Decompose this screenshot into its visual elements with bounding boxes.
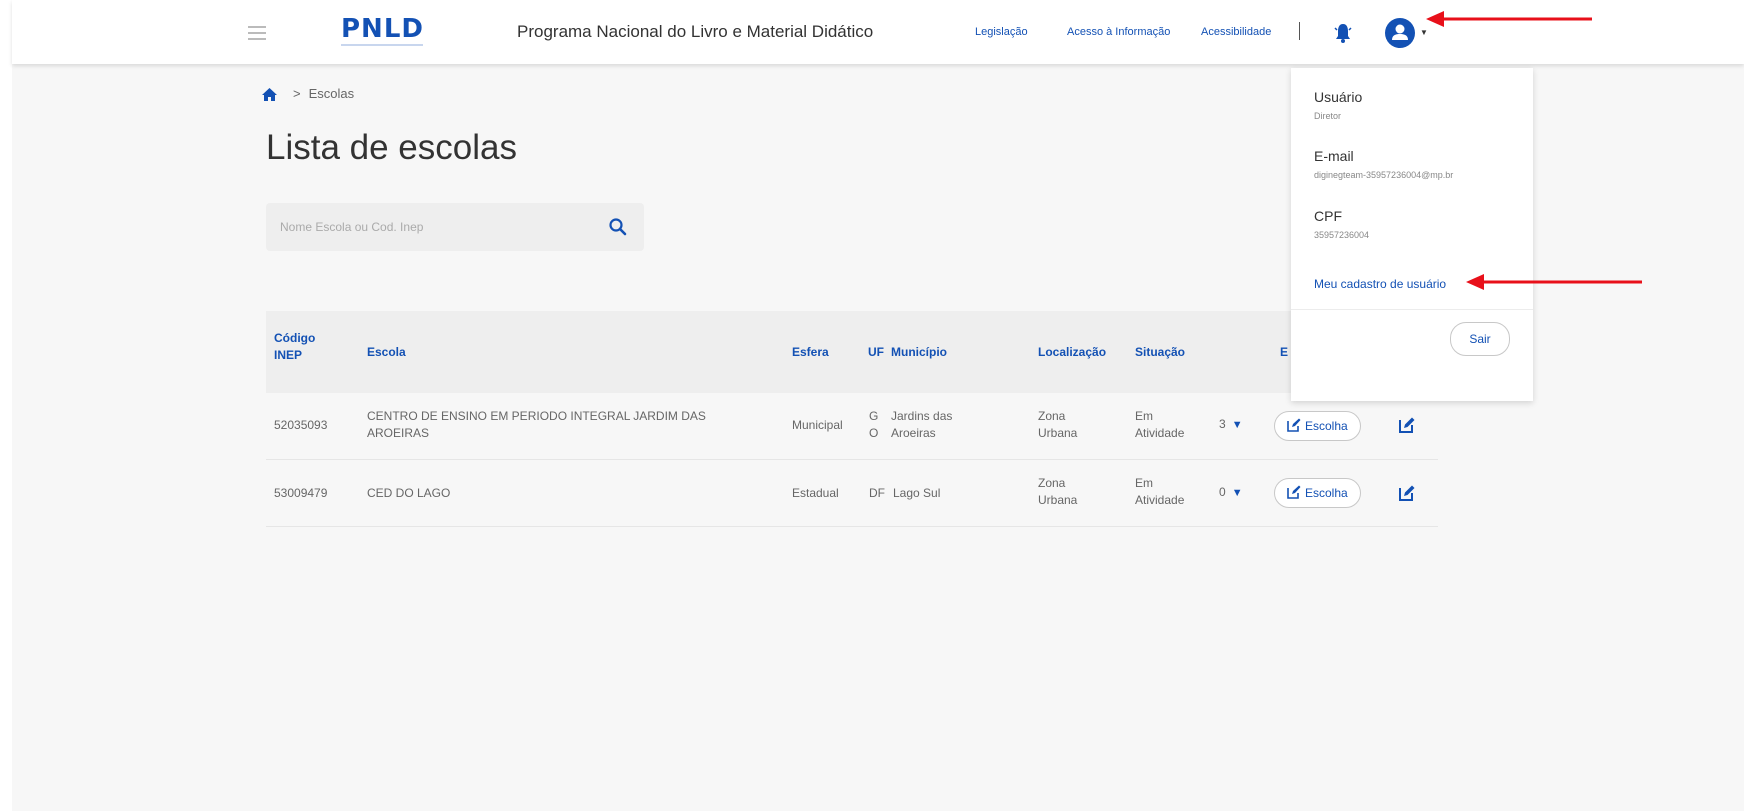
bell-icon[interactable] [1334,22,1352,44]
count-select[interactable]: 3 ▼ [1219,417,1243,431]
program-title: Programa Nacional do Livro e Material Di… [517,22,874,41]
cell-municipio: Lago Sul [893,486,941,500]
cell-localizacao: Zona Urbana [1038,476,1078,507]
link-legislacao[interactable]: Legislação [975,26,1028,38]
col-uf[interactable]: UF [868,344,884,361]
arrow-annotation [1426,11,1592,27]
count-value: 3 [1219,417,1226,431]
link-acessibilidade[interactable]: Acessibilidade [1201,26,1271,38]
search-input[interactable] [266,203,600,251]
link-acesso-informacao[interactable]: Acesso à Informação [1067,26,1170,38]
chevron-down-icon: ▼ [1231,487,1243,499]
cpf-value: 35957236004 [1314,230,1370,240]
search-box [266,203,644,251]
escolha-label: Escolha [1305,419,1348,433]
table-row: 52035093 CENTRO DE ENSINO EM PERIODO INT… [266,393,1438,460]
count-value: 0 [1219,485,1226,499]
col-extra[interactable]: E [1280,344,1288,361]
cell-esfera: Municipal [792,418,843,432]
user-value: Diretor [1314,111,1342,121]
cell-situacao: Em Atividade [1135,409,1185,440]
edit-icon[interactable] [1399,485,1415,501]
col-esfera[interactable]: Esfera [792,344,829,361]
header-divider [1299,22,1300,40]
cell-escola: CED DO LAGO [367,486,451,500]
cell-municipio: Jardins das Aroeiras [891,409,953,440]
breadcrumb-separator: > [293,86,301,101]
col-municipio[interactable]: Município [891,344,947,361]
cell-localizacao: Zona Urbana [1038,409,1078,440]
edit-icon[interactable] [1399,417,1415,433]
user-dropdown-menu: Usuário Diretor E-mail diginegteam-35957… [1291,68,1533,401]
col-localizacao[interactable]: Localização [1038,344,1106,361]
dropdown-divider [1291,309,1533,310]
search-icon[interactable] [608,217,628,237]
arrow-annotation [1466,274,1642,290]
col-escola[interactable]: Escola [367,344,406,361]
home-icon[interactable] [262,88,277,102]
col-situacao[interactable]: Situação [1135,344,1185,361]
menu-icon[interactable] [248,26,266,40]
cell-codigo: 53009479 [274,486,328,500]
logo-underline [341,44,423,46]
user-avatar-button[interactable] [1385,18,1415,48]
edit-icon [1287,485,1301,499]
user-label: Usuário [1314,89,1363,105]
page-title: Lista de escolas [266,128,517,167]
cell-codigo: 52035093 [274,418,328,432]
user-icon [1392,24,1408,40]
table-row: 53009479 CED DO LAGO Estadual DF Lago Su… [266,460,1438,527]
cell-situacao: Em Atividade [1135,476,1185,507]
email-label: E-mail [1314,148,1354,164]
email-value: diginegteam-35957236004@mp.br [1314,170,1454,180]
cell-uf: DF [869,486,885,500]
cell-escola: CENTRO DE ENSINO EM PERIODO INTEGRAL JAR… [367,409,706,440]
count-select[interactable]: 0 ▼ [1219,485,1243,499]
escolha-button[interactable]: Escolha [1274,478,1361,508]
breadcrumb-current: Escolas [308,86,355,101]
logout-button[interactable]: Sair [1450,322,1510,356]
table-header: Código INEP Escola Esfera UF Município L… [266,311,1438,393]
cell-esfera: Estadual [792,486,839,500]
col-codigo-inep[interactable]: Código INEP [274,330,334,364]
escolha-label: Escolha [1305,486,1348,500]
cell-uf: GO [869,409,879,440]
escolha-button[interactable]: Escolha [1274,411,1361,441]
profile-link[interactable]: Meu cadastro de usuário [1314,277,1446,291]
chevron-down-icon: ▼ [1231,419,1243,431]
breadcrumb: > Escolas [262,86,355,102]
cpf-label: CPF [1314,208,1342,224]
edit-icon [1287,418,1301,432]
pnld-logo[interactable]: PNLD [341,14,424,44]
